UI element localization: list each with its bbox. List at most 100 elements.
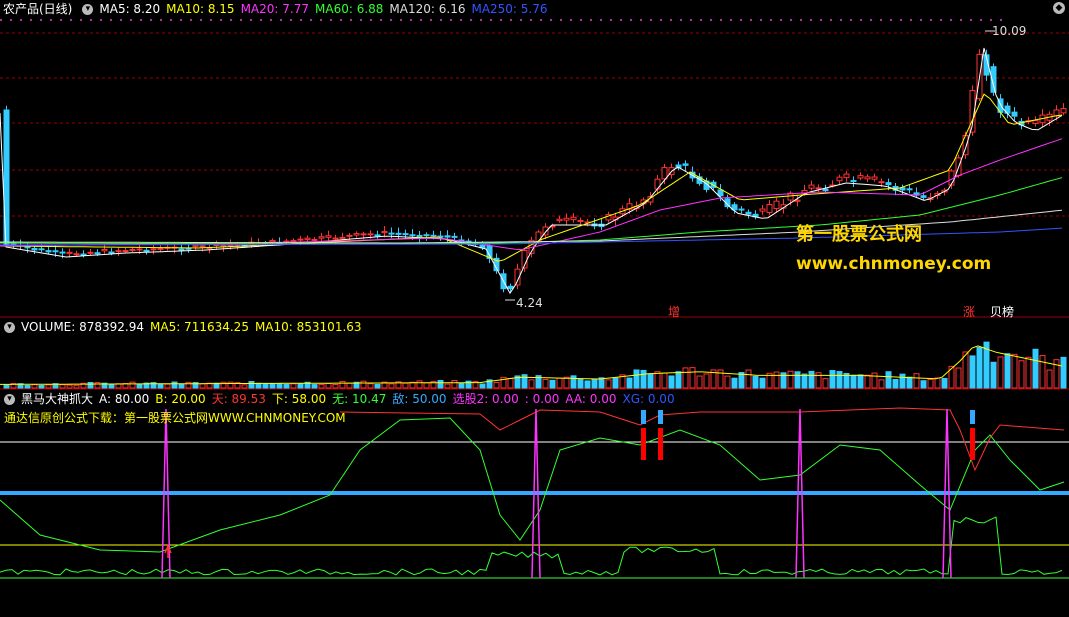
price-pane[interactable]: 农产品(日线) ▾ MA5: 8.20 MA10: 8.15 MA20: 7.77 MA6…: [0, 0, 1069, 319]
volume-bar: [360, 380, 367, 389]
candle-body: [38, 248, 45, 251]
volume-legend-item: MA5: 711634.25: [150, 320, 249, 334]
candle-body: [87, 251, 94, 254]
ma-legend-item: MA250: 5.76: [471, 2, 548, 16]
candle-body: [52, 250, 59, 253]
price-header: 农产品(日线) ▾ MA5: 8.20 MA10: 8.15 MA20: 7.77 MA6…: [0, 0, 560, 18]
candle-body: [66, 251, 73, 254]
candle-body: [416, 234, 423, 238]
candle-body: [325, 235, 332, 238]
low-price-label: 4.24: [516, 296, 543, 310]
volume-bar: [528, 379, 535, 389]
volume-bar: [1032, 348, 1039, 389]
candle-body: [339, 236, 346, 239]
volume-bar: [346, 382, 353, 389]
volume-bar: [1011, 353, 1018, 389]
signal-bar-red: [970, 428, 975, 460]
ma-legend-item: MA120: 6.16: [389, 2, 466, 16]
volume-bar: [507, 378, 514, 389]
volume-bar: [325, 383, 332, 389]
volume-bar: [332, 383, 339, 389]
candle-body: [444, 235, 451, 238]
candle-body: [920, 195, 927, 198]
candle-body: [906, 188, 913, 191]
candle-body: [31, 247, 38, 251]
volume-bar: [24, 384, 31, 389]
volume-bar: [493, 381, 500, 389]
candle-body: [24, 246, 31, 249]
volume-bar: [612, 377, 619, 389]
watermark-cn: 第一股票公式网: [796, 224, 922, 245]
signal-bar-red: [658, 428, 663, 460]
volume-bar: [584, 380, 591, 389]
volume-bar: [752, 375, 759, 389]
volume-bar: [1060, 356, 1067, 389]
chevron-down-icon[interactable]: ▾: [4, 394, 15, 405]
stock-title: 农产品(日线): [3, 2, 73, 16]
candle-body: [157, 247, 164, 250]
volume-bar: [136, 384, 143, 389]
volume-pane[interactable]: ▾ VOLUME: 878392.94 MA5: 711634.25 MA10: 85…: [0, 318, 1069, 390]
volume-bar: [920, 380, 927, 389]
candle-body: [59, 251, 66, 254]
volume-bar: [822, 378, 829, 389]
candle-body: [311, 238, 318, 241]
volume-bar: [654, 371, 661, 389]
volume-header: ▾ VOLUME: 878392.94 MA5: 711634.25 MA10: 85…: [0, 318, 374, 336]
volume-bar: [311, 384, 318, 389]
signal-bar-blue: [970, 410, 975, 424]
candle-body: [759, 208, 766, 212]
candle-body: [864, 176, 871, 180]
green-low-curve: [0, 516, 1063, 576]
volume-bar: [689, 367, 696, 389]
candle-body: [360, 233, 367, 236]
indicator-legend: A: 80.00 B: 20.00 天: 89.53 下: 58.00 无: 10.47…: [99, 392, 681, 406]
volume-bar: [864, 374, 871, 389]
green-curve: [0, 417, 1065, 553]
volume-bar: [171, 381, 178, 389]
signal-bar-blue: [658, 410, 663, 424]
volume-bar: [59, 384, 66, 389]
volume-bar: [3, 384, 10, 389]
candle-body: [346, 234, 353, 237]
high-price-label: 10.09: [992, 24, 1027, 38]
volume-bar: [283, 383, 290, 389]
volume-bar: [1046, 369, 1053, 389]
candle-body: [1032, 119, 1039, 125]
volume-bar: [423, 382, 430, 389]
candle-body: [108, 251, 115, 254]
candle-body: [654, 178, 661, 190]
indicator-legend-item: AA: 0.00: [565, 392, 617, 406]
signal-bar-red: [641, 428, 646, 460]
indicator-legend-item: 敌: 50.00: [392, 392, 447, 406]
candle-body: [423, 234, 430, 237]
volume-bar: [808, 370, 815, 389]
candle-body: [80, 253, 87, 256]
volume-bar: [479, 383, 486, 389]
candle-body: [871, 176, 878, 180]
volume-legend-item: MA10: 853101.63: [254, 320, 362, 334]
candle-body: [794, 199, 801, 202]
volume-bar: [416, 380, 423, 389]
volume-bar: [178, 383, 185, 389]
volume-bar: [829, 370, 836, 389]
volume-bar: [38, 384, 45, 389]
candle-body: [388, 232, 395, 235]
volume-bar: [724, 375, 731, 389]
volume-bar: [318, 383, 325, 389]
indicator-legend-item: A: 80.00: [99, 392, 150, 406]
volume-bar: [661, 372, 668, 389]
volume-bar: [878, 379, 885, 389]
indicator-pane[interactable]: ▾ 黑马大神抓大 A: 80.00 B: 20.00 天: 89.53 下: 58.00 无…: [0, 390, 1069, 617]
volume-bar: [297, 383, 304, 389]
volume-bar: [626, 377, 633, 389]
ma-legend-item: MA20: 7.77: [240, 2, 309, 16]
volume-bar: [31, 384, 38, 389]
settings-icon[interactable]: ◆: [1053, 2, 1065, 14]
chevron-down-icon[interactable]: ▾: [4, 322, 15, 333]
ma-legend: MA5: 8.20 MA10: 8.15 MA20: 7.77 MA60: 6.88 M…: [99, 2, 553, 16]
volume-bar: [703, 373, 710, 389]
candle-body: [836, 176, 843, 182]
chevron-down-icon[interactable]: ▾: [82, 4, 94, 15]
volume-bar: [290, 383, 297, 389]
